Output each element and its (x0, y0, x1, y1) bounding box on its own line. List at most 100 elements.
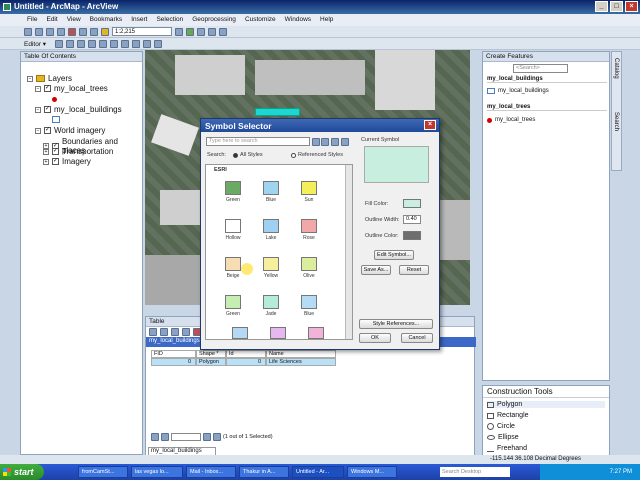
catalog-icon[interactable] (186, 27, 194, 36)
symbol-swatch[interactable]: Blue (256, 181, 286, 203)
switch-selection-icon[interactable] (171, 328, 179, 336)
collapse-icon[interactable]: − (35, 106, 41, 113)
symbol-swatch[interactable]: Olive (294, 257, 324, 279)
split-icon[interactable] (110, 39, 119, 48)
tool-ellipse[interactable]: Ellipse (487, 434, 519, 441)
symbol-swatch[interactable]: Green (218, 181, 248, 203)
template-item-trees[interactable]: my_local_trees (487, 117, 535, 123)
cell-id[interactable]: 0 (226, 358, 266, 366)
outline-width-input[interactable]: 0.40 (403, 215, 421, 224)
symbol-swatch-partial[interactable] (232, 327, 248, 339)
vertex-icon[interactable] (88, 39, 97, 48)
menu-selection[interactable]: Selection (156, 16, 183, 26)
symbol-swatch[interactable]: Hollow (218, 219, 248, 241)
create-features-icon[interactable] (154, 39, 163, 48)
column-header[interactable]: Id (226, 350, 266, 358)
taskbar-item[interactable]: Thakur in A... (239, 466, 289, 478)
expand-icon[interactable]: + (43, 158, 49, 165)
search-dropdown-icon[interactable] (312, 138, 320, 146)
tool-circle[interactable]: Circle (487, 423, 515, 430)
record-number-input[interactable] (171, 433, 201, 441)
toc-layer-buildings[interactable]: − ✓ my_local_buildings (35, 105, 122, 114)
next-record-icon[interactable] (203, 433, 211, 441)
start-button[interactable]: start (0, 464, 44, 480)
symbol-swatch[interactable]: Jade (256, 295, 286, 317)
trees-point-symbol-icon[interactable] (52, 97, 57, 102)
map-scale-input[interactable]: 1:2,215 (112, 27, 172, 36)
collapse-icon[interactable]: − (35, 127, 41, 134)
radio-selected-icon[interactable] (233, 152, 238, 158)
python-icon[interactable] (219, 27, 227, 36)
edit-tool-icon[interactable] (55, 39, 64, 48)
undo-icon[interactable] (79, 27, 87, 36)
search-window-icon[interactable] (197, 27, 205, 36)
view-options-icon[interactable] (331, 138, 339, 146)
save-as-button[interactable]: Save As... (361, 265, 391, 275)
delete-icon[interactable] (68, 27, 76, 36)
column-header[interactable]: Name (266, 350, 336, 358)
expand-icon[interactable]: + (43, 148, 49, 155)
dialog-close-button[interactable]: × (424, 120, 436, 130)
style-references-button[interactable]: Style References... (359, 319, 433, 329)
symbol-search-input[interactable]: Type here to search (206, 137, 310, 146)
menu-edit[interactable]: Edit (46, 16, 57, 26)
menu-view[interactable]: View (67, 16, 81, 26)
symbol-swatch[interactable]: Blue (294, 295, 324, 317)
clear-selection-icon[interactable] (182, 328, 190, 336)
ok-button[interactable]: OK (359, 333, 391, 343)
open-icon[interactable] (35, 27, 43, 36)
arctoolbox-icon[interactable] (208, 27, 216, 36)
menu-insert[interactable]: Insert (131, 16, 147, 26)
taskbar-item[interactable]: Mail - Inbox... (186, 466, 236, 478)
reshape-icon[interactable] (99, 39, 108, 48)
select-by-attributes-icon[interactable] (160, 328, 168, 336)
symbol-swatch[interactable]: Rose (294, 219, 324, 241)
edit-symbol-button[interactable]: Edit Symbol... (374, 250, 414, 260)
menu-windows[interactable]: Windows (285, 16, 311, 26)
column-header[interactable]: Shape * (196, 350, 226, 358)
menu-customize[interactable]: Customize (245, 16, 276, 26)
symbol-gallery[interactable]: ESRI Green Blue Sun Hollow Lake Rose Bei… (205, 164, 353, 340)
symbol-swatch[interactable]: Green (218, 295, 248, 317)
taskbar-item[interactable]: las vegas lo... (131, 466, 183, 478)
toc-layers-row[interactable]: − Layers (27, 74, 72, 83)
desktop-search-input[interactable]: Search Desktop (440, 467, 510, 477)
cell-name[interactable]: Life Sciences (266, 358, 336, 366)
search-tab[interactable]: Search (613, 112, 619, 131)
straight-segment-icon[interactable] (77, 39, 86, 48)
collapse-icon[interactable]: − (35, 85, 41, 92)
toc-sublayer-transportation[interactable]: + ✓ Transportation (43, 147, 113, 156)
layer-visibility-checkbox[interactable]: ✓ (44, 106, 51, 113)
cancel-button[interactable]: Cancel (401, 333, 433, 343)
taskbar-item-active[interactable]: Untitled - Ar... (292, 466, 344, 478)
maximize-button[interactable]: □ (610, 1, 623, 12)
layer-visibility-checkbox[interactable]: ✓ (52, 158, 59, 165)
menu-help[interactable]: Help (320, 16, 333, 26)
menu-bookmarks[interactable]: Bookmarks (90, 16, 123, 26)
layer-visibility-checkbox[interactable]: ✓ (44, 127, 51, 134)
style-options-icon[interactable] (341, 138, 349, 146)
toc-layer-world-imagery[interactable]: − ✓ World imagery (35, 126, 105, 135)
all-styles-radio[interactable]: All Styles (233, 152, 263, 158)
fill-color-picker[interactable] (403, 199, 421, 208)
catalog-tab[interactable]: Catalog (613, 58, 619, 79)
toc-layer-trees[interactable]: − ✓ my_local_trees (35, 84, 108, 93)
symbol-swatch[interactable]: Lake (256, 219, 286, 241)
tool-freehand[interactable]: Freehand (487, 445, 527, 452)
symbol-swatch[interactable]: Yellow (256, 257, 286, 279)
selected-building-highlight[interactable] (255, 108, 300, 116)
template-item-buildings[interactable]: my_local_buildings (487, 88, 549, 94)
column-header[interactable]: FID (151, 350, 196, 358)
create-features-search[interactable]: <Search> (513, 64, 568, 73)
last-record-icon[interactable] (213, 433, 221, 441)
editor-menu-button[interactable]: Editor ▾ (24, 40, 46, 48)
menu-file[interactable]: File (27, 16, 37, 26)
referenced-styles-radio[interactable]: Referenced Styles (291, 152, 343, 158)
taskbar-item[interactable]: fromCamSt... (78, 466, 128, 478)
table-row[interactable]: 0 Polygon 0 Life Sciences (151, 358, 336, 366)
table-options-icon[interactable] (149, 328, 157, 336)
first-record-icon[interactable] (151, 433, 159, 441)
reset-button[interactable]: Reset (399, 265, 429, 275)
toc-sublayer-imagery[interactable]: + ✓ Imagery (43, 157, 91, 166)
cell-shape[interactable]: Polygon (196, 358, 226, 366)
